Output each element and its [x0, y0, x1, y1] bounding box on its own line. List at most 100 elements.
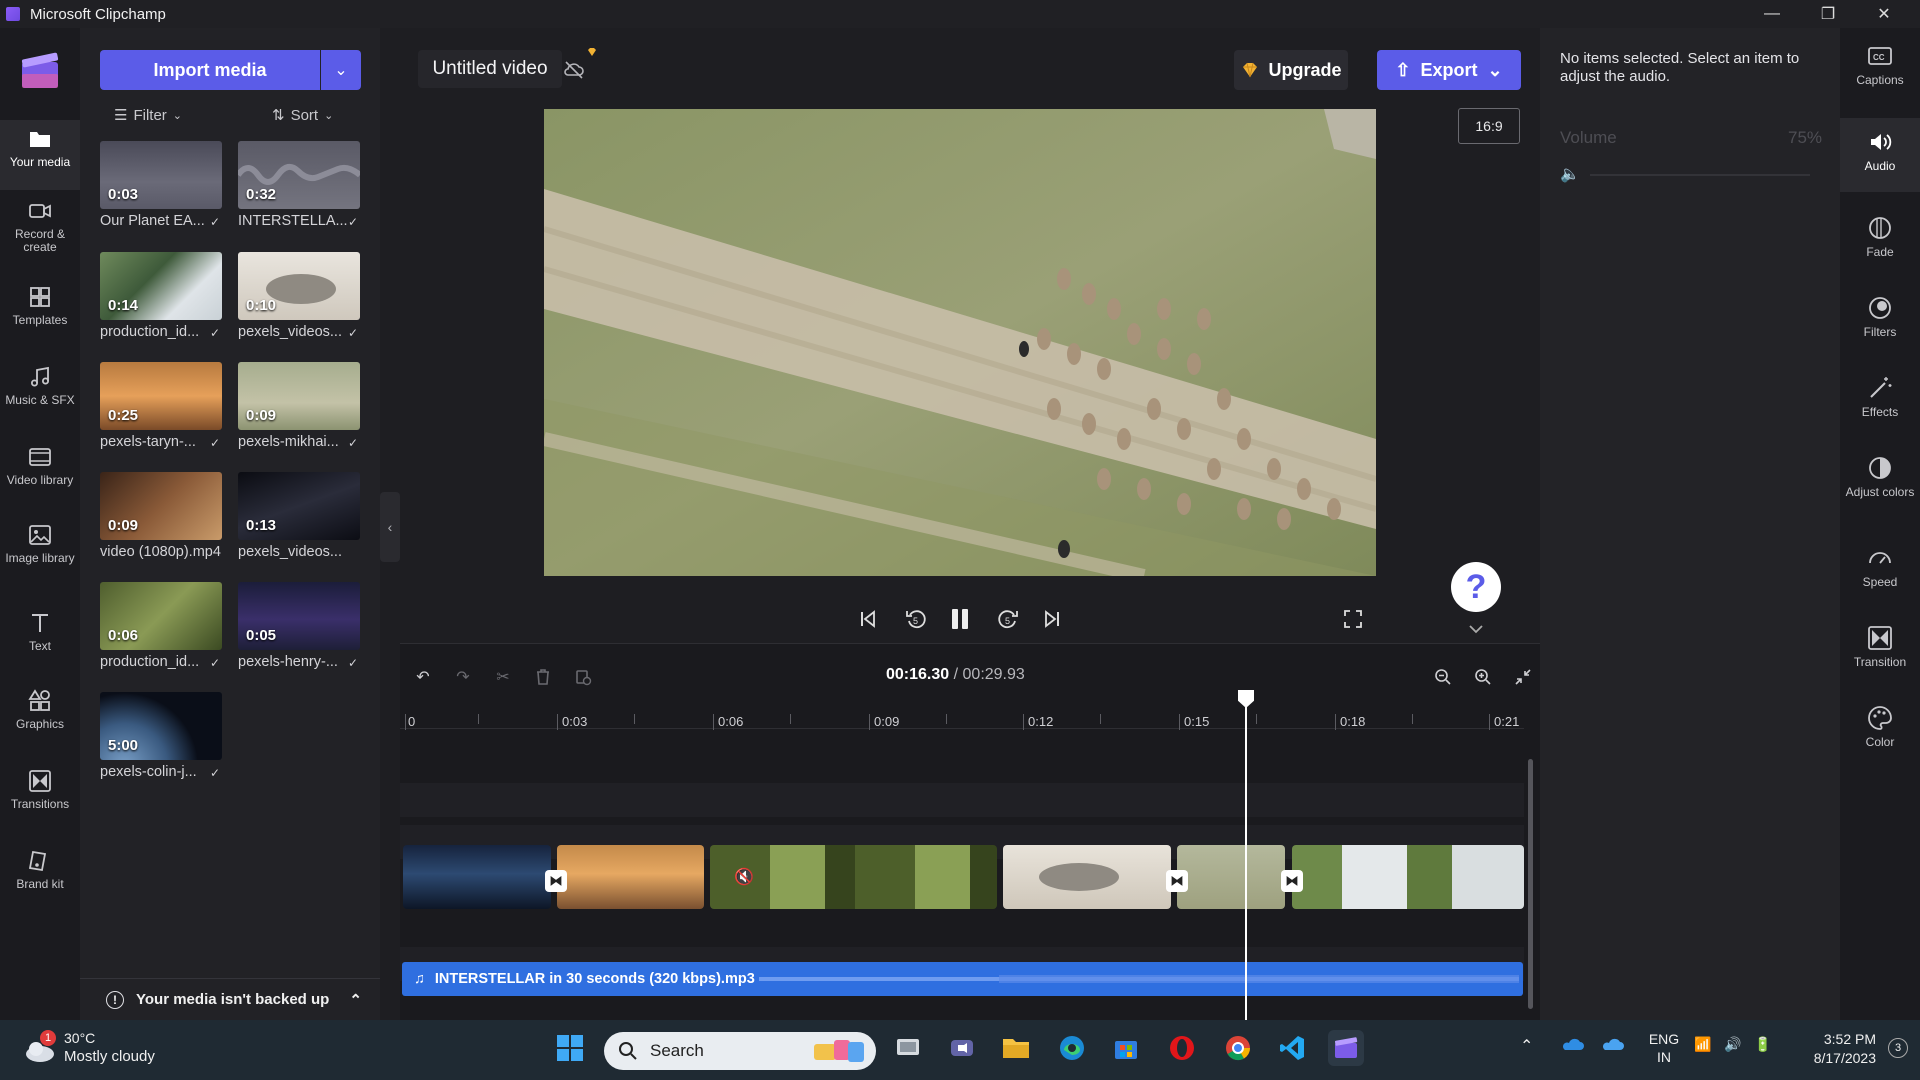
nav-brand-kit[interactable]: Brand kit — [0, 842, 80, 912]
timeline-vertical-scrollbar[interactable] — [1528, 759, 1533, 1009]
redo-button[interactable]: ↷ — [450, 664, 476, 690]
clock[interactable]: 3:52 PM 8/17/2023 — [1796, 1030, 1876, 1068]
language-indicator[interactable]: ENG IN — [1644, 1030, 1684, 1066]
media-thumbnail[interactable]: 0:13 — [238, 472, 360, 540]
aspect-ratio-button[interactable]: 16:9 — [1458, 108, 1520, 144]
chevron-up-icon: ⌃ — [349, 991, 362, 1009]
collapse-left-panel-button[interactable]: ‹ — [380, 492, 400, 562]
nav-record-create[interactable]: Record & create — [0, 192, 80, 262]
nav-fade[interactable]: Fade — [1840, 204, 1920, 278]
video-clip[interactable] — [403, 845, 551, 909]
nav-music-sfx[interactable]: Music & SFX — [0, 358, 80, 428]
backup-warning-bar[interactable]: ! Your media isn't backed up ⌃ — [80, 978, 380, 1020]
ruler-label: 0:03 — [562, 714, 588, 729]
close-button[interactable]: ✕ — [1856, 0, 1912, 28]
media-thumbnail[interactable]: 0:14 — [100, 252, 222, 320]
audio-clip[interactable]: ♫ INTERSTELLAR in 30 seconds (320 kbps).… — [402, 962, 1523, 996]
rewind-5s-button[interactable]: 5 — [900, 603, 932, 635]
weather-widget[interactable]: 1 30°C Mostly cloudy — [20, 1030, 170, 1072]
media-thumbnail[interactable]: 0:09 — [238, 362, 360, 430]
pause-button[interactable] — [944, 603, 976, 635]
taskbar-search[interactable]: Search — [604, 1032, 876, 1070]
fit-timeline-button[interactable] — [1510, 664, 1536, 690]
transition-icon[interactable]: ⧓ — [1166, 870, 1188, 892]
onedrive-icon[interactable] — [1600, 1036, 1624, 1052]
nav-audio[interactable]: Audio — [1840, 118, 1920, 192]
nav-video-library[interactable]: Video library — [0, 438, 80, 508]
chevron-down-icon[interactable] — [1466, 622, 1486, 636]
transition-icon[interactable]: ⧓ — [545, 870, 567, 892]
media-thumbnail[interactable]: 0:03 — [100, 141, 222, 209]
delete-button[interactable] — [530, 664, 556, 690]
fullscreen-button[interactable] — [1337, 603, 1369, 635]
import-media-button[interactable]: Import media — [100, 50, 320, 90]
nav-adjust-colors[interactable]: Adjust colors — [1840, 444, 1920, 518]
media-thumbnail[interactable]: 0:32 — [238, 141, 360, 209]
battery-icon[interactable]: 🔋 — [1754, 1036, 1771, 1053]
upgrade-button[interactable]: Upgrade — [1234, 50, 1348, 90]
clipchamp-logo[interactable] — [18, 48, 62, 92]
nav-color[interactable]: Color — [1840, 694, 1920, 768]
wifi-icon[interactable]: 📶 — [1694, 1036, 1711, 1053]
nav-effects[interactable]: Effects — [1840, 364, 1920, 438]
media-thumbnail[interactable]: 0:09 — [100, 472, 222, 540]
media-thumbnail[interactable]: 0:10 — [238, 252, 360, 320]
onedrive-icon[interactable] — [1560, 1036, 1584, 1052]
undo-button[interactable]: ↶ — [410, 664, 436, 690]
nav-your-media[interactable]: Your media — [0, 120, 80, 190]
video-clip[interactable] — [1292, 845, 1524, 909]
task-view-button[interactable] — [890, 1030, 926, 1066]
start-button[interactable] — [552, 1030, 588, 1066]
nav-templates[interactable]: Templates — [0, 278, 80, 348]
search-highlight-icon — [814, 1040, 864, 1062]
volume-icon[interactable]: 🔊 — [1724, 1036, 1741, 1053]
microsoft-store-button[interactable] — [1108, 1030, 1144, 1066]
filter-button[interactable]: ☰ Filter ⌄ — [114, 100, 182, 130]
zoom-out-button[interactable] — [1430, 664, 1456, 690]
edge-browser-button[interactable] — [1054, 1030, 1090, 1066]
media-thumbnail[interactable]: 5:00 — [100, 692, 222, 760]
video-clip[interactable]: 🔇 — [710, 845, 997, 909]
nav-transitions[interactable]: Transitions — [0, 762, 80, 832]
help-button[interactable]: ? — [1451, 562, 1501, 612]
file-explorer-button[interactable] — [998, 1030, 1034, 1066]
forward-5s-button[interactable]: 5 — [992, 603, 1024, 635]
project-title[interactable]: Untitled video — [418, 50, 562, 88]
split-button[interactable]: ✂ — [490, 664, 516, 690]
cloud-off-icon[interactable] — [562, 58, 586, 82]
video-clip[interactable] — [1003, 845, 1171, 909]
media-thumbnail[interactable]: 0:25 — [100, 362, 222, 430]
notification-badge[interactable]: 3 — [1888, 1038, 1908, 1058]
volume-slider[interactable] — [1590, 174, 1810, 176]
video-clip[interactable] — [557, 845, 704, 909]
nav-graphics[interactable]: Graphics — [0, 682, 80, 752]
minimize-button[interactable]: — — [1744, 0, 1800, 28]
opera-browser-button[interactable] — [1164, 1030, 1200, 1066]
chevron-up-icon[interactable]: ⌃ — [1520, 1036, 1533, 1056]
vscode-button[interactable] — [1274, 1030, 1310, 1066]
video-clip[interactable] — [1177, 845, 1285, 909]
zoom-in-button[interactable] — [1470, 664, 1496, 690]
empty-track[interactable] — [400, 783, 1524, 817]
clipchamp-taskbar-button[interactable] — [1328, 1030, 1364, 1066]
teams-meet-button[interactable] — [944, 1030, 980, 1066]
nav-filters[interactable]: Filters — [1840, 284, 1920, 358]
nav-speed[interactable]: Speed — [1840, 534, 1920, 608]
nav-transition[interactable]: Transition — [1840, 614, 1920, 688]
media-thumbnail[interactable]: 0:05 — [238, 582, 360, 650]
nav-captions[interactable]: CC Captions — [1840, 32, 1920, 106]
transition-icon[interactable]: ⧓ — [1281, 870, 1303, 892]
nav-text[interactable]: Text — [0, 604, 80, 674]
import-dropdown-button[interactable]: ⌄ — [321, 50, 361, 90]
media-thumbnail[interactable]: 0:06 — [100, 582, 222, 650]
nav-image-library[interactable]: Image library — [0, 516, 80, 586]
skip-to-start-button[interactable] — [852, 603, 884, 635]
duplicate-button[interactable] — [570, 664, 596, 690]
export-button[interactable]: ⇧ Export ⌄ — [1377, 50, 1521, 90]
playhead[interactable] — [1245, 690, 1247, 1020]
chrome-browser-button[interactable] — [1220, 1030, 1256, 1066]
restore-button[interactable]: ❐ — [1800, 0, 1856, 28]
skip-to-end-button[interactable] — [1036, 603, 1068, 635]
video-preview[interactable] — [544, 109, 1376, 576]
sort-button[interactable]: ⇅ Sort ⌄ — [272, 100, 333, 130]
